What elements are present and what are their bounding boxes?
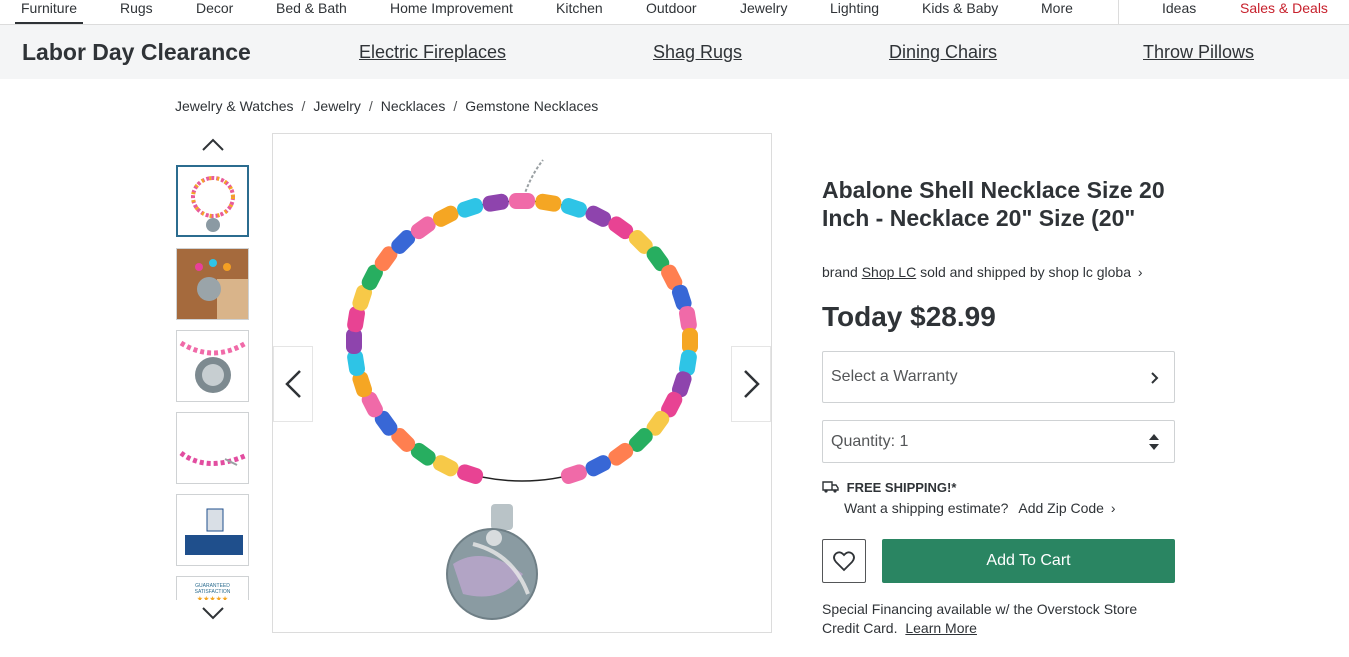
- learn-more-link[interactable]: Learn More: [905, 620, 977, 636]
- nav-item-home-improvement[interactable]: Home Improvement: [390, 0, 513, 17]
- product-title: Abalone Shell Necklace Size 20 Inch - Ne…: [822, 177, 1165, 231]
- warranty-label: Select a Warranty: [831, 368, 958, 385]
- abalone-shell-necklace-image: [346, 159, 698, 620]
- shipping-estimate: Want a shipping estimate? Add Zip Code ›: [844, 500, 1116, 516]
- chevron-right-icon[interactable]: ›: [1138, 264, 1143, 280]
- packaging-thumbnail-image: [185, 508, 243, 555]
- necklace-lifestyle-thumbnail-image: [177, 249, 248, 319]
- breadcrumb-jewelry-watches[interactable]: Jewelry & Watches: [175, 98, 294, 114]
- pendant-closeup-thumbnail-image: [179, 340, 248, 393]
- seller-text[interactable]: sold and shipped by shop lc globa: [920, 264, 1131, 280]
- top-navigation: Furniture Rugs Decor Bed & Bath Home Imp…: [0, 0, 1349, 25]
- financing-text: Special Financing available w/ the Overs…: [822, 601, 1138, 636]
- chevron-left-icon: [285, 370, 301, 398]
- nav-divider: [1118, 0, 1119, 24]
- thumbnail-3[interactable]: [176, 330, 249, 402]
- nav-item-decor[interactable]: Decor: [196, 0, 233, 17]
- breadcrumb-separator: /: [301, 98, 306, 114]
- nav-item-jewelry[interactable]: Jewelry: [740, 0, 787, 17]
- breadcrumb-gemstone-necklaces[interactable]: Gemstone Necklaces: [465, 98, 598, 114]
- breadcrumb-separator: /: [368, 98, 373, 114]
- nav-item-kitchen[interactable]: Kitchen: [556, 0, 603, 17]
- shell-bead: [457, 198, 484, 218]
- shipping-truck-icon: [822, 481, 839, 493]
- main-product-image[interactable]: [272, 133, 772, 633]
- chevron-right-icon: [744, 370, 760, 398]
- rating-stars-icon: ★★★★★: [196, 596, 229, 600]
- shipping-estimate-text: Want a shipping estimate?: [844, 500, 1009, 516]
- thumbnail-2[interactable]: [176, 248, 249, 320]
- shell-bead: [457, 464, 484, 484]
- promo-link-electric-fireplaces[interactable]: Electric Fireplaces: [359, 42, 506, 63]
- add-zip-code-link[interactable]: Add Zip Code: [1018, 500, 1104, 516]
- nav-item-furniture[interactable]: Furniture: [14, 0, 84, 24]
- brand-line: brand Shop LC sold and shipped by shop l…: [822, 264, 1143, 280]
- shell-bead: [560, 464, 587, 484]
- sort-arrows-icon: [1149, 434, 1159, 450]
- promo-title[interactable]: Labor Day Clearance: [22, 39, 251, 66]
- nav-item-lighting[interactable]: Lighting: [830, 0, 879, 17]
- nav-item-more[interactable]: More: [1041, 0, 1073, 17]
- shell-bead: [482, 193, 509, 212]
- product-price: Today $28.99: [822, 301, 996, 332]
- breadcrumb-jewelry[interactable]: Jewelry: [313, 98, 360, 114]
- thumbnail-5[interactable]: [176, 494, 249, 566]
- nav-item-ideas[interactable]: Ideas: [1162, 0, 1196, 17]
- brand-prefix: brand: [822, 264, 858, 280]
- breadcrumb-necklaces[interactable]: Necklaces: [381, 98, 446, 114]
- next-image-button[interactable]: [731, 346, 771, 422]
- nav-item-kids-baby[interactable]: Kids & Baby: [922, 0, 998, 17]
- promo-link-shag-rugs[interactable]: Shag Rugs: [653, 42, 742, 63]
- promo-link-throw-pillows[interactable]: Throw Pillows: [1143, 42, 1254, 63]
- nav-item-sales-deals[interactable]: Sales & Deals: [1240, 0, 1328, 17]
- nav-item-outdoor[interactable]: Outdoor: [646, 0, 697, 17]
- nav-item-bed-bath[interactable]: Bed & Bath: [276, 0, 347, 17]
- nav-item-rugs[interactable]: Rugs: [120, 0, 153, 17]
- shell-bead: [560, 198, 587, 218]
- chevron-up-icon[interactable]: [201, 137, 225, 153]
- add-to-cart-button[interactable]: Add To Cart: [882, 539, 1175, 583]
- guarantee-badge-text: GUARANTEED SATISFACTION: [194, 583, 231, 595]
- promo-bar: Labor Day Clearance Electric Fireplaces …: [0, 25, 1349, 79]
- financing-info: Special Financing available w/ the Overs…: [822, 600, 1162, 638]
- free-shipping-text: FREE SHIPPING!*: [846, 480, 957, 495]
- quantity-label: Quantity: 1: [831, 433, 909, 450]
- thumbnail-4[interactable]: [176, 412, 249, 484]
- brand-link[interactable]: Shop LC: [862, 264, 916, 280]
- necklace-thumbnail-image: [191, 176, 235, 232]
- abalone-pendant: [446, 504, 538, 620]
- thumbnail-6[interactable]: GUARANTEED SATISFACTION ★★★★★: [176, 576, 249, 600]
- breadcrumb: Jewelry & Watches / Jewelry / Necklaces / Gems…: [175, 98, 598, 114]
- chevron-right-icon[interactable]: ›: [1111, 500, 1116, 516]
- previous-image-button[interactable]: [273, 346, 313, 422]
- shell-bead: [509, 193, 535, 209]
- promo-link-dining-chairs[interactable]: Dining Chairs: [889, 42, 997, 63]
- shell-bead: [535, 193, 562, 212]
- quantity-select[interactable]: Quantity: 1: [822, 420, 1175, 463]
- warranty-selector[interactable]: Select a Warranty: [822, 351, 1175, 403]
- thumbnail-1[interactable]: [176, 165, 249, 237]
- heart-icon: [833, 551, 855, 572]
- breadcrumb-separator: /: [453, 98, 458, 114]
- clasp-thumbnail-image: [179, 450, 248, 466]
- chevron-down-icon[interactable]: [201, 605, 225, 621]
- free-shipping-line: FREE SHIPPING!*: [822, 480, 956, 495]
- chevron-right-icon: [1151, 372, 1159, 384]
- favorite-button[interactable]: [822, 539, 866, 583]
